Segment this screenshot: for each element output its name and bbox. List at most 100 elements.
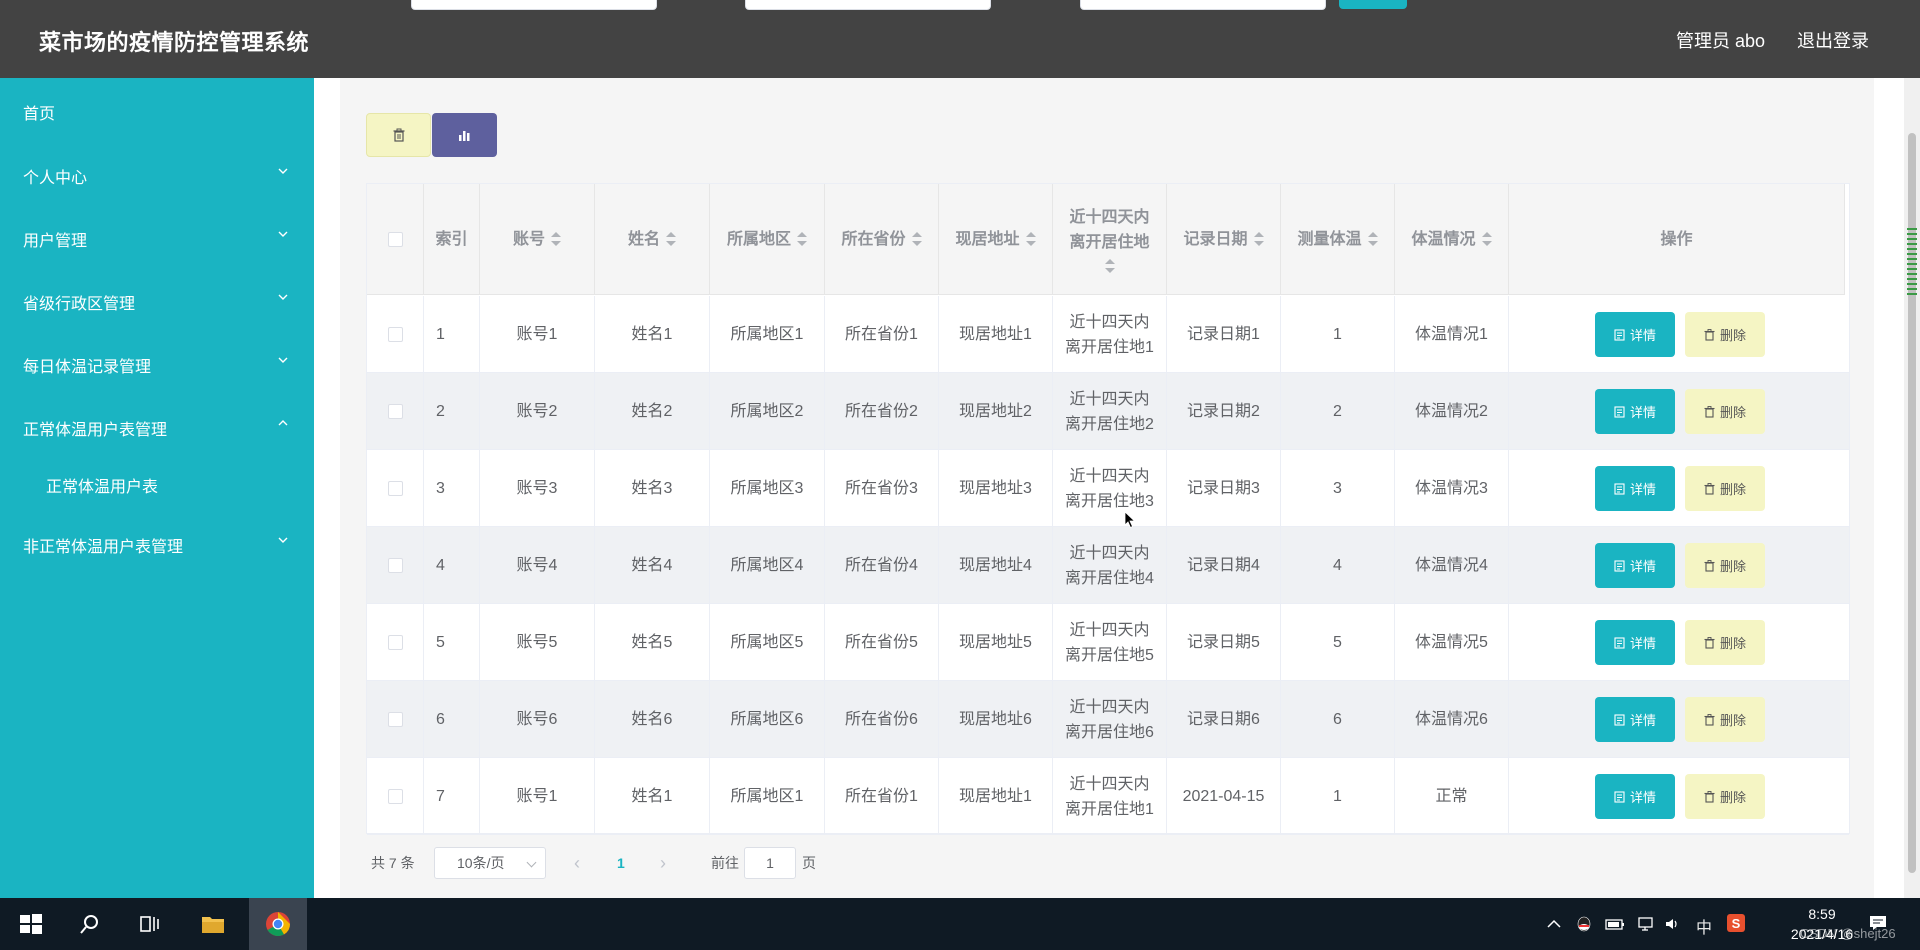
document-icon [1614,790,1625,803]
chevron-up-icon[interactable] [1546,916,1562,932]
chrome-icon[interactable] [264,910,292,938]
delete-button[interactable]: 删除 [1685,466,1765,511]
row-checkbox[interactable] [387,327,403,342]
cell-date: 记录日期5 [1167,604,1281,681]
table-row[interactable]: 3 账号3 姓名3 所属地区3 所在省份3 现居地址3 近十四天内离开居住地3 记录日期3 3 体… [367,450,1849,527]
row-checkbox[interactable] [387,635,403,650]
sidebar-item-normal-temp-table[interactable]: 正常体温用户表 [0,463,314,503]
row-checkbox[interactable] [387,481,403,496]
cell-date: 2021-04-15 [1167,758,1281,835]
row-checkbox[interactable] [387,789,403,804]
vertical-scrollbar[interactable] [1904,78,1920,898]
sidebar-item-province-management[interactable]: 省级行政区管理 [0,280,314,320]
search-icon[interactable] [76,910,104,938]
delete-button[interactable]: 删除 [1685,543,1765,588]
sidebar-item-personal-center[interactable]: 个人中心 [0,154,314,194]
batch-delete-button[interactable] [366,113,431,157]
column-header-left-residence[interactable]: 近十四天内离开居住地 [1053,184,1167,295]
cell-index: 2 [424,373,480,450]
cell-index: 5 [424,604,480,681]
sort-icon[interactable] [1367,232,1378,246]
volume-icon[interactable] [1664,916,1682,932]
logout-link[interactable]: 退出登录 [1797,27,1869,53]
document-icon [1614,559,1625,572]
sidebar-item-user-management[interactable]: 用户管理 [0,217,314,257]
column-header-date[interactable]: 记录日期 [1167,184,1281,295]
select-all-checkbox[interactable] [387,231,403,247]
table-row[interactable]: 6 账号6 姓名6 所属地区6 所在省份6 现居地址6 近十四天内离开居住地6 记录日期6 6 体… [367,681,1849,758]
column-header-area[interactable]: 所属地区 [710,184,825,295]
task-view-icon[interactable] [137,910,165,938]
cell-area: 所属地区6 [710,681,825,758]
detail-button[interactable]: 详情 [1595,697,1675,742]
sidebar-item-normal-temp-management[interactable]: 正常体温用户表管理 [0,406,314,446]
table-row[interactable]: 2 账号2 姓名2 所属地区2 所在省份2 现居地址2 近十四天内离开居住地2 记录日期2 2 体… [367,373,1849,450]
windows-start-icon[interactable] [17,910,45,938]
delete-button[interactable]: 删除 [1685,620,1765,665]
cell-date: 记录日期6 [1167,681,1281,758]
sidebar-item-home[interactable]: 首页 [0,90,314,130]
detail-button[interactable]: 详情 [1595,312,1675,357]
column-header-account[interactable]: 账号 [480,184,595,295]
sort-icon[interactable] [797,232,807,246]
cell-address: 现居地址3 [939,450,1053,527]
column-header-address[interactable]: 现居地址 [939,184,1053,295]
search-input-area[interactable] [1080,0,1326,10]
table-row[interactable]: 7 账号1 姓名1 所属地区1 所在省份1 现居地址1 近十四天内离开居住地1 2021-04… [367,758,1849,835]
cell-name: 姓名4 [595,527,710,604]
trash-icon [1704,713,1715,726]
cell-account: 账号1 [480,296,595,373]
page-number-1[interactable]: 1 [617,847,633,879]
detail-button[interactable]: 详情 [1595,774,1675,819]
table-row[interactable]: 4 账号4 姓名4 所属地区4 所在省份4 现居地址4 近十四天内离开居住地4 记录日期4 4 体… [367,527,1849,604]
page-size-select[interactable]: 10条/页 [434,847,546,879]
sogou-input-icon[interactable]: S [1726,913,1746,933]
table-row[interactable]: 5 账号5 姓名5 所属地区5 所在省份5 现居地址5 近十四天内离开居住地5 记录日期5 5 体… [367,604,1849,681]
delete-button[interactable]: 删除 [1685,774,1765,819]
next-page-button[interactable]: › [660,847,676,879]
column-header-name[interactable]: 姓名 [595,184,710,295]
trash-icon [1704,328,1715,341]
column-header-label: 操作 [1660,230,1693,248]
sort-icon[interactable] [1104,259,1115,273]
battery-icon[interactable] [1605,916,1625,932]
detail-button[interactable]: 详情 [1595,543,1675,588]
sort-icon[interactable] [666,232,676,246]
detail-button[interactable]: 详情 [1595,620,1675,665]
detail-button[interactable]: 详情 [1595,389,1675,434]
search-input-name[interactable] [745,0,991,10]
ime-indicator[interactable]: 中 [1696,914,1712,938]
chevron-down-icon [278,537,288,543]
row-checkbox[interactable] [387,712,403,727]
cell-province: 所在省份3 [825,450,939,527]
prev-page-button[interactable]: ‹ [574,847,590,879]
sidebar-item-abnormal-temp-management[interactable]: 非正常体温用户表管理 [0,523,314,563]
sort-icon[interactable] [1253,232,1264,246]
column-header-temperature[interactable]: 测量体温 [1281,184,1395,295]
cell-area: 所属地区2 [710,373,825,450]
file-explorer-icon[interactable] [199,910,227,938]
network-icon[interactable] [1637,916,1655,932]
sidebar-item-daily-temperature[interactable]: 每日体温记录管理 [0,343,314,383]
row-checkbox[interactable] [387,558,403,573]
qq-icon[interactable] [1575,915,1593,933]
search-input-account[interactable] [411,0,657,10]
search-button[interactable] [1339,0,1407,9]
sort-icon[interactable] [911,232,922,246]
row-select-cell [367,296,424,373]
delete-button[interactable]: 删除 [1685,697,1765,742]
sort-icon[interactable] [1025,232,1036,246]
sort-icon[interactable] [1481,232,1492,246]
detail-button[interactable]: 详情 [1595,466,1675,511]
statistics-button[interactable] [432,113,497,157]
column-header-temp-status[interactable]: 体温情况 [1395,184,1509,295]
table-row[interactable]: 1 账号1 姓名1 所属地区1 所在省份1 现居地址1 近十四天内离开居住地1 记录日期1 1 体… [367,296,1849,373]
goto-page-input[interactable]: 1 [744,847,796,879]
sort-icon[interactable] [551,232,561,246]
delete-button[interactable]: 删除 [1685,312,1765,357]
trash-icon [1704,790,1715,803]
delete-button[interactable]: 删除 [1685,389,1765,434]
cell-status: 体温情况6 [1395,681,1509,758]
row-checkbox[interactable] [387,404,403,419]
column-header-province[interactable]: 所在省份 [825,184,939,295]
